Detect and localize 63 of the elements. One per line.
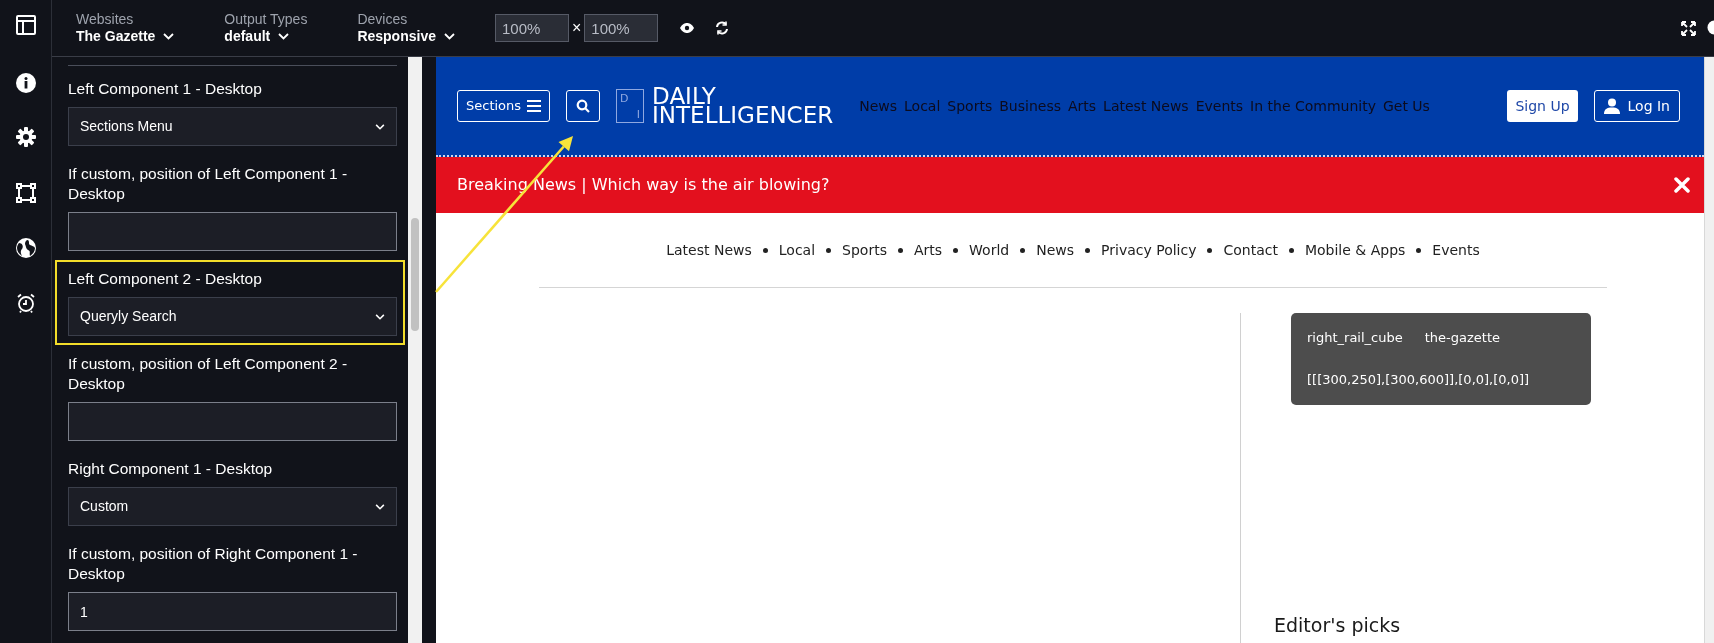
settings-icon[interactable] (15, 127, 36, 147)
search-icon (576, 99, 591, 113)
width-field[interactable]: 100% (494, 14, 569, 42)
selector-dropdown[interactable]: default (224, 28, 308, 46)
field-label: Right Component 1 - Desktop (68, 459, 274, 479)
info-icon[interactable] (15, 73, 36, 93)
select-field[interactable]: Custom (68, 487, 397, 526)
user-icon (1603, 98, 1620, 114)
nav-link[interactable]: Mobile & Apps (1304, 239, 1406, 261)
nav-link[interactable]: Privacy Policy (1101, 239, 1197, 261)
field-label: Left Component 1 - Desktop (68, 79, 263, 99)
scrollbar-thumb[interactable] (411, 218, 419, 331)
nav-link[interactable]: Events (1432, 239, 1480, 261)
logo-text: INTELLIGENCER (652, 106, 834, 125)
chevron-down-icon (443, 33, 455, 41)
chevron-down-icon (375, 503, 385, 510)
chevron-down-icon (375, 313, 385, 320)
refresh-icon[interactable] (715, 21, 730, 35)
field-label: If custom, position of Left Component 1 - Desktop (68, 164, 349, 204)
input-field[interactable] (68, 212, 397, 251)
input-field[interactable]: 1 (68, 592, 397, 631)
logo-mark: D I (616, 89, 645, 123)
search-button[interactable] (566, 90, 601, 122)
field-label: Left Component 2 - Desktop (68, 269, 263, 289)
nav-link[interactable]: Contact (1223, 239, 1278, 261)
breaking-news-text[interactable]: Breaking News | Which way is the air blowing? (457, 173, 830, 197)
input-field[interactable] (68, 402, 397, 441)
sections-button[interactable]: Sections (457, 90, 551, 122)
menu-icon (527, 100, 542, 112)
nav-link[interactable]: Arts (913, 239, 943, 261)
eye-icon[interactable] (680, 23, 695, 33)
selector-dropdown[interactable]: The Gazette (76, 28, 175, 46)
chevron-down-icon (278, 33, 290, 41)
selector-label: Websites (76, 10, 135, 28)
bounding-box-icon[interactable] (15, 183, 36, 203)
logo-text: DAILY (652, 87, 716, 106)
selector-label: Output Types (224, 10, 308, 28)
chevron-down-icon (375, 123, 385, 130)
chevron-down-icon (163, 33, 175, 41)
select-field[interactable]: Queryly Search (68, 297, 397, 336)
nav-link[interactable]: Sports (842, 239, 887, 261)
nav-link[interactable]: Local (778, 239, 816, 261)
close-icon[interactable] (1674, 177, 1690, 193)
log-in-button[interactable]: Log In (1593, 90, 1680, 122)
selector-label: Devices (357, 10, 409, 28)
selector-dropdown[interactable]: Responsive (357, 28, 455, 46)
ad-slot-name: right_rail_cube (1307, 329, 1403, 347)
sign-up-button[interactable]: Sign Up (1507, 90, 1578, 122)
nav-link[interactable]: World (969, 239, 1010, 261)
times-sign: × (571, 18, 582, 38)
height-field[interactable]: 100% (584, 14, 659, 42)
section-heading: Editor's picks (1274, 613, 1402, 638)
field-label: If custom, position of Left Component 2 - Desktop (68, 354, 349, 394)
select-field[interactable]: Sections Menu (68, 107, 397, 146)
layout-icon[interactable] (15, 15, 36, 35)
alarm-clock-icon[interactable] (15, 293, 36, 313)
ad-site-name: the-gazette (1424, 329, 1500, 347)
nav-link[interactable]: Latest News (666, 239, 752, 261)
nav-link[interactable]: News (1036, 239, 1075, 261)
field-label: If custom, position of Right Component 1 - Desktop (68, 544, 359, 584)
ad-sizes-text: [[[300,250],[300,600]],[0,0],[0,0]] (1307, 370, 1531, 389)
globe-icon[interactable] (15, 238, 36, 258)
fullscreen-icon[interactable] (1681, 20, 1696, 36)
